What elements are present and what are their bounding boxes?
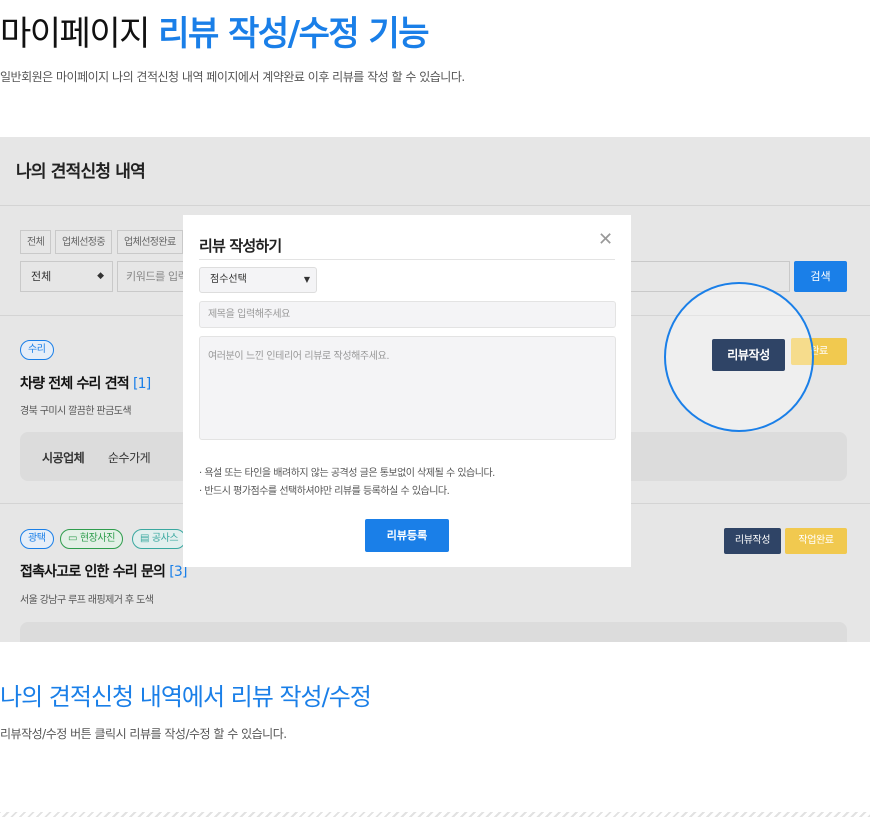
section-description: 리뷰작성/수정 버튼 클릭시 리뷰를 작성/수정 할 수 있습니다. [0, 727, 287, 741]
document-icon: ▤ [140, 533, 152, 544]
close-icon[interactable]: ✕ [598, 231, 613, 249]
filter-selecting[interactable]: 업체선정중 [55, 230, 113, 254]
work-done-button[interactable]: 작업완료 [785, 528, 847, 554]
review-content-textarea[interactable]: 여러분이 느낀 인테리어 리뷰로 작성해주세요. [199, 336, 616, 440]
page-title-accent: 리뷰 작성/수정 기능 [158, 14, 429, 54]
dashed-divider [0, 812, 870, 817]
photo-icon: ▭ [68, 533, 80, 544]
filter-all[interactable]: 전체 [20, 230, 52, 254]
item-info-box [20, 622, 847, 642]
review-submit-button[interactable]: 리뷰등록 [365, 519, 449, 552]
section-title: 나의 견적신청 내역에서 리뷰 작성/수정 [0, 683, 372, 711]
modal-divider [199, 259, 615, 260]
review-write-button[interactable]: 리뷰작성 [724, 528, 781, 554]
screenshot-panel: 나의 견적신청 내역 전체 업체선정중 업체선정완료 전체 ◆ 키워드를 입력 검… [0, 137, 870, 642]
item-address: 서울 강남구 루프 래핑제거 후 도색 [20, 595, 154, 606]
item-title-text: 접촉사고로 인한 수리 문의 [20, 564, 166, 580]
item-title[interactable]: 차량 전체 수리 견적 [1] [20, 373, 151, 393]
tag-construction-label: 공사스 [151, 533, 179, 544]
review-title-input[interactable]: 제목을 입력해주세요 [199, 301, 616, 328]
page-description: 일반회원은 마이페이지 나의 견적신청 내역 페이지에서 계약완료 이후 리뷰를… [0, 70, 465, 84]
review-write-button-highlighted[interactable]: 리뷰작성 [712, 339, 785, 371]
updown-caret-icon: ◆ [97, 271, 104, 281]
status-select[interactable]: 전체 ◆ [20, 261, 113, 292]
score-select-value: 점수선택 [210, 274, 247, 285]
tag-repair: 수리 [20, 340, 54, 360]
review-modal: 리뷰 작성하기 ✕ 점수선택 ▼ 제목을 입력해주세요 여러분이 느낀 인테리어 … [183, 215, 631, 567]
notice-line: · 반드시 평가점수를 선택하셔야만 리뷰를 등록하실 수 있습니다. [199, 486, 450, 497]
status-select-value: 전체 [31, 270, 52, 283]
info-label: 시공업체 [42, 451, 85, 465]
chevron-down-icon: ▼ [303, 275, 310, 284]
score-select[interactable]: 점수선택 ▼ [199, 267, 317, 293]
screenshot-header: 나의 견적신청 내역 [0, 137, 870, 206]
tag-site-photo: ▭ 현장사진 [60, 529, 124, 549]
screenshot-title: 나의 견적신청 내역 [16, 162, 146, 182]
item-title-text: 차량 전체 수리 견적 [20, 376, 130, 392]
tag-polish: 광택 [20, 529, 54, 549]
item-address: 경북 구미시 깔끔한 판금도색 [20, 406, 132, 417]
item-count: [1] [132, 376, 151, 392]
modal-title: 리뷰 작성하기 [199, 237, 282, 255]
tag-site-photo-label: 현장사진 [79, 533, 116, 544]
info-value: 순수가게 [108, 451, 151, 465]
notice-line: · 욕설 또는 타인을 배려하지 않는 공격성 글은 통보없이 삭제될 수 있습… [199, 468, 495, 479]
tag-construction: ▤ 공사스 [132, 529, 187, 549]
search-button[interactable]: 검색 [794, 261, 847, 292]
page-title-prefix: 마이페이지 [0, 14, 150, 54]
page-title: 마이페이지 리뷰 작성/수정 기능 [0, 6, 430, 55]
filter-selected[interactable]: 업체선정완료 [117, 230, 183, 254]
item-title[interactable]: 접촉사고로 인한 수리 문의 [3] [20, 561, 187, 581]
